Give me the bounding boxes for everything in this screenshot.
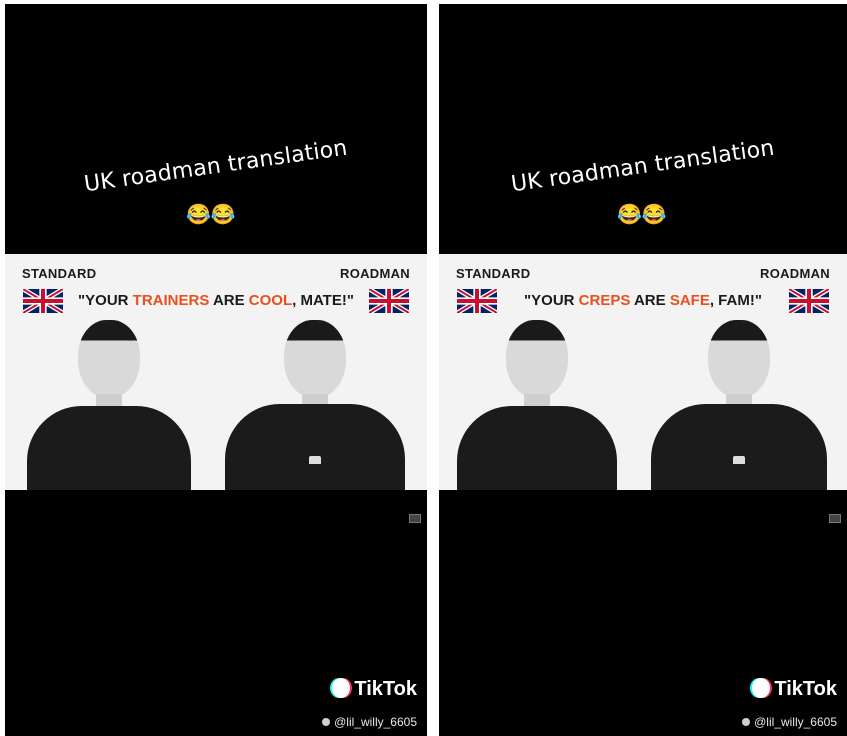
roadman-label: ROADMAN (340, 266, 410, 281)
username-label: @lil_willy_6605 (322, 715, 417, 729)
person-sweater (27, 406, 191, 490)
subtitle-quote: "YOUR TRAINERS ARE COOL, MATE!" (71, 292, 361, 309)
adidas-logo-icon (733, 456, 745, 464)
person-head (708, 320, 770, 398)
roadman-label: ROADMAN (760, 266, 830, 281)
username-text: @lil_willy_6605 (334, 715, 417, 729)
video-frame[interactable]: STANDARD ROADMAN "YOUR TRAINERS ARE COOL… (5, 254, 427, 490)
user-icon (742, 718, 751, 726)
tiktok-logo-icon (752, 678, 771, 698)
quote-highlight: CREPS (578, 292, 631, 309)
username-text: @lil_willy_6605 (754, 715, 837, 729)
adidas-logo-icon (309, 456, 321, 464)
quote-part: ARE (209, 292, 249, 309)
laughing-emoji-icon: 😂😂 (186, 204, 236, 226)
quote-highlight: SAFE (669, 292, 710, 309)
caption-text: UK roadman translation (439, 136, 847, 198)
laughing-emoji-icon: 😂😂 (617, 204, 667, 226)
quote-part: "YOUR (524, 292, 579, 309)
person-standard (27, 320, 191, 490)
uk-flag-icon (457, 289, 497, 313)
person-jacket (651, 404, 827, 490)
person-jacket (225, 404, 405, 490)
person-head (506, 320, 568, 398)
caption-label: UK roadman translation (509, 135, 777, 198)
video-panel-right[interactable]: UK roadman translation 😂😂 STANDARD ROADM… (439, 4, 847, 736)
video-frame[interactable]: STANDARD ROADMAN "YOUR CREPS ARE SAFE, F… (439, 254, 847, 490)
caption-text: UK roadman translation (5, 136, 427, 198)
subtitle-quote: "YOUR CREPS ARE SAFE, FAM!" (505, 292, 781, 309)
uk-flag-icon (23, 289, 63, 313)
video-panel-left[interactable]: UK roadman translation 😂😂 STANDARD ROADM… (5, 4, 427, 736)
tiktok-logo-icon (332, 678, 351, 698)
watermark-text: TikTok (774, 678, 837, 700)
quote-part: , FAM!" (709, 292, 762, 309)
standard-label: STANDARD (22, 266, 97, 281)
uk-flag-icon (369, 289, 409, 313)
tiktok-watermark: TikTok (332, 678, 417, 701)
quote-part: "YOUR (78, 292, 133, 309)
person-head (284, 320, 346, 398)
caption-label: UK roadman translation (82, 135, 350, 198)
quote-highlight: COOL (248, 292, 293, 309)
quote-part: , MATE!" (292, 292, 354, 309)
captions-icon[interactable] (829, 514, 841, 523)
uk-flag-icon (789, 289, 829, 313)
captions-icon[interactable] (409, 514, 421, 523)
tiktok-watermark: TikTok (752, 678, 837, 701)
quote-part: ARE (630, 292, 670, 309)
standard-label: STANDARD (456, 266, 531, 281)
quote-highlight: TRAINERS (132, 292, 210, 309)
user-icon (322, 718, 331, 726)
username-label: @lil_willy_6605 (742, 715, 837, 729)
person-head (78, 320, 140, 398)
person-standard (457, 320, 617, 490)
person-roadman (651, 320, 827, 490)
watermark-text: TikTok (354, 678, 417, 700)
person-roadman (225, 320, 405, 490)
person-sweater (457, 406, 617, 490)
